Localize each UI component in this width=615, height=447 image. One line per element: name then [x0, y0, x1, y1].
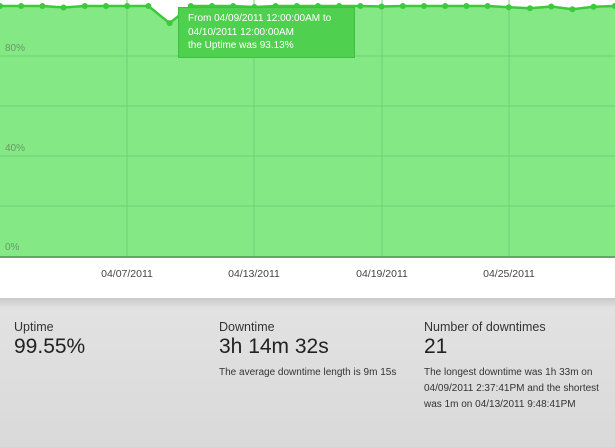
data-point	[81, 3, 88, 9]
data-point	[569, 6, 576, 13]
downtimes-count-label: Number of downtimes	[424, 320, 546, 334]
y-tick-label: 40%	[5, 143, 26, 154]
data-point	[124, 3, 131, 9]
uptime-label: Uptime	[14, 320, 54, 334]
data-point	[166, 20, 173, 27]
downtime-stat: Downtime 3h 14m 32s The average downtime…	[219, 320, 409, 381]
x-axis: 04/07/2011 04/13/2011 04/19/2011 04/25/2…	[0, 258, 615, 298]
x-tick-label: 04/13/2011	[228, 268, 280, 280]
data-point	[378, 3, 385, 10]
data-point	[590, 3, 597, 10]
data-point	[60, 4, 67, 11]
data-point	[145, 3, 152, 9]
data-point	[39, 3, 46, 9]
x-tick-label: 04/19/2011	[356, 268, 408, 280]
x-tick-label: 04/25/2011	[483, 268, 535, 280]
data-point	[442, 3, 449, 9]
data-point	[548, 3, 555, 10]
uptime-value: 99.55%	[14, 335, 86, 358]
downtime-value: 3h 14m 32s	[219, 335, 329, 358]
downtime-label: Downtime	[219, 320, 275, 334]
uptime-tooltip: From 04/09/2011 12:00:00AM to 04/10/2011…	[178, 7, 355, 58]
data-point	[421, 3, 427, 9]
data-point	[357, 3, 364, 9]
tooltip-line: From 04/09/2011 12:00:00AM to	[188, 13, 332, 24]
y-tick-label: 80%	[5, 43, 26, 54]
y-tick-label: 0%	[5, 242, 20, 253]
data-point	[463, 3, 470, 9]
data-point	[484, 3, 491, 9]
downtime-note: The average downtime length is 9m 15s	[219, 367, 397, 378]
downtimes-note: The longest downtime was 1h 33m on 04/09…	[424, 367, 599, 410]
downtimes-count-value: 21	[424, 335, 448, 358]
data-point	[103, 3, 109, 9]
tooltip-line: the Uptime was 93.13%	[188, 40, 294, 51]
uptime-chart: 80% 40% 0% From 04/09/2011 12:00:00AM to…	[0, 0, 615, 258]
downtimes-count-stat: Number of downtimes 21 The longest downt…	[424, 320, 609, 413]
x-tick-label: 04/07/2011	[101, 268, 153, 280]
data-point	[505, 4, 512, 11]
tooltip-line: 04/10/2011 12:00:00AM	[188, 26, 295, 38]
data-point	[18, 3, 25, 9]
data-point	[399, 3, 406, 9]
uptime-stat: Uptime 99.55%	[14, 320, 85, 359]
stats-panel: Uptime 99.55% Downtime 3h 14m 32s The av…	[0, 298, 615, 447]
data-point	[527, 5, 533, 12]
